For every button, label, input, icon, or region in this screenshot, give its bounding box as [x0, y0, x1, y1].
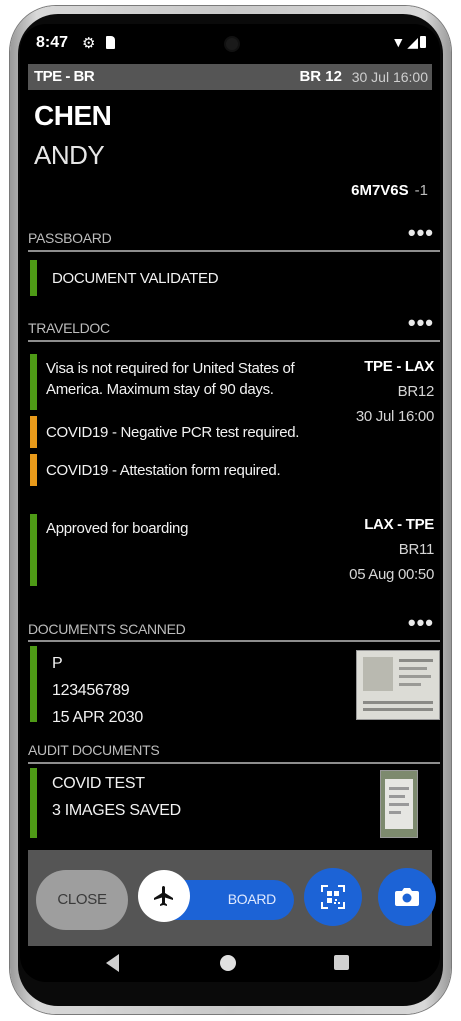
divider [28, 640, 440, 642]
document-details: P 123456789 15 APR 2030 [52, 650, 143, 731]
camera-icon [395, 888, 419, 906]
wifi-icon: ▼ [391, 34, 408, 50]
booking-reference: 6M7V6S -1 [351, 182, 428, 199]
close-button[interactable]: CLOSE [36, 870, 128, 930]
header-route: TPE - BR [34, 68, 95, 85]
passport-scan-image [357, 651, 439, 719]
audit-images-saved: 3 IMAGES SAVED [52, 802, 181, 819]
inbound-date: 05 Aug 00:50 [349, 566, 434, 583]
passboard-status: DOCUMENT VALIDATED [52, 270, 219, 287]
passenger-surname: CHEN [34, 100, 112, 131]
documents-more-icon[interactable]: ••• [408, 612, 434, 634]
front-camera [226, 38, 238, 50]
recent-apps-icon[interactable] [334, 955, 349, 970]
board-slider-handle[interactable] [138, 870, 190, 922]
traveldoc-more-icon[interactable]: ••• [408, 312, 434, 334]
traveldoc-pcr-message: COVID19 - Negative PCR test required. [46, 424, 300, 441]
action-panel: CLOSE BOARD [28, 850, 436, 946]
section-title-audit-documents: AUDIT DOCUMENTS [28, 742, 160, 758]
pnr-suffix: -1 [414, 182, 428, 199]
passboard-more-icon[interactable]: ••• [408, 222, 434, 244]
flight-header: TPE - BR BR 12 30 Jul 16:00 [28, 64, 432, 90]
divider [28, 250, 440, 252]
status-indicator-green [30, 768, 37, 838]
status-indicator-green [30, 646, 37, 722]
traveldoc-boarding-message: Approved for boarding [46, 520, 189, 537]
camera-button[interactable] [378, 868, 436, 926]
qr-code-icon [321, 885, 345, 909]
board-label: BOARD [227, 891, 277, 907]
airplane-icon [154, 886, 173, 906]
audit-document-name: COVID TEST [52, 775, 145, 792]
section-title-documents-scanned: DOCUMENTS SCANNED [28, 621, 186, 637]
divider [28, 762, 440, 764]
document-number: 123456789 [52, 682, 130, 699]
outbound-flight-info: TPE - LAX BR12 30 Jul 16:00 [356, 354, 434, 429]
traveldoc-attestation-message: COVID19 - Attestation form required. [46, 462, 281, 479]
outbound-flight: BR12 [397, 383, 435, 400]
document-type: P [52, 655, 63, 672]
inbound-flight: BR11 [398, 541, 435, 558]
signal-icon: ◢ [407, 34, 420, 50]
back-icon[interactable] [106, 954, 119, 972]
traveldoc-visa-message: Visa is not required for United States o… [46, 360, 295, 398]
status-indicator-green [30, 260, 37, 296]
battery-icon [420, 36, 426, 48]
section-title-traveldoc: TRAVELDOC [28, 320, 110, 336]
outbound-route: TPE - LAX [364, 358, 434, 375]
status-time: 8:47 [36, 34, 69, 51]
app-screen: 8:47 ⚙ ▼◢ TPE - BR BR 12 30 Jul 16:00 CH… [20, 24, 440, 982]
status-indicator-green [30, 354, 37, 410]
pnr-code: 6M7V6S [351, 182, 409, 199]
passport-scan-thumbnail[interactable] [356, 650, 440, 720]
home-icon[interactable] [220, 955, 236, 971]
status-indicator-green [30, 514, 37, 586]
system-icons: ▼◢ [391, 34, 426, 51]
status-bar: 8:47 ⚙ ▼◢ [20, 24, 440, 64]
section-title-passboard: PASSBOARD [28, 230, 112, 246]
header-flight: BR 12 [299, 68, 342, 85]
gear-icon: ⚙ [82, 35, 96, 52]
inbound-route: LAX - TPE [364, 516, 434, 533]
qr-scan-button[interactable] [304, 868, 362, 926]
audit-details: COVID TEST 3 IMAGES SAVED [52, 770, 181, 824]
header-date: 30 Jul 16:00 [351, 69, 428, 85]
passenger-given-name: ANDY [34, 140, 105, 170]
document-expiry: 15 APR 2030 [52, 709, 143, 726]
outbound-date: 30 Jul 16:00 [355, 408, 434, 425]
sim-card-icon [106, 36, 115, 49]
inbound-flight-info: LAX - TPE BR11 05 Aug 00:50 [349, 512, 434, 587]
covid-test-thumbnail[interactable] [380, 770, 418, 838]
status-indicator-orange [30, 454, 37, 486]
system-nav-bar [20, 946, 440, 982]
covid-test-image [381, 771, 417, 837]
status-indicator-orange [30, 416, 37, 448]
divider [28, 340, 440, 342]
